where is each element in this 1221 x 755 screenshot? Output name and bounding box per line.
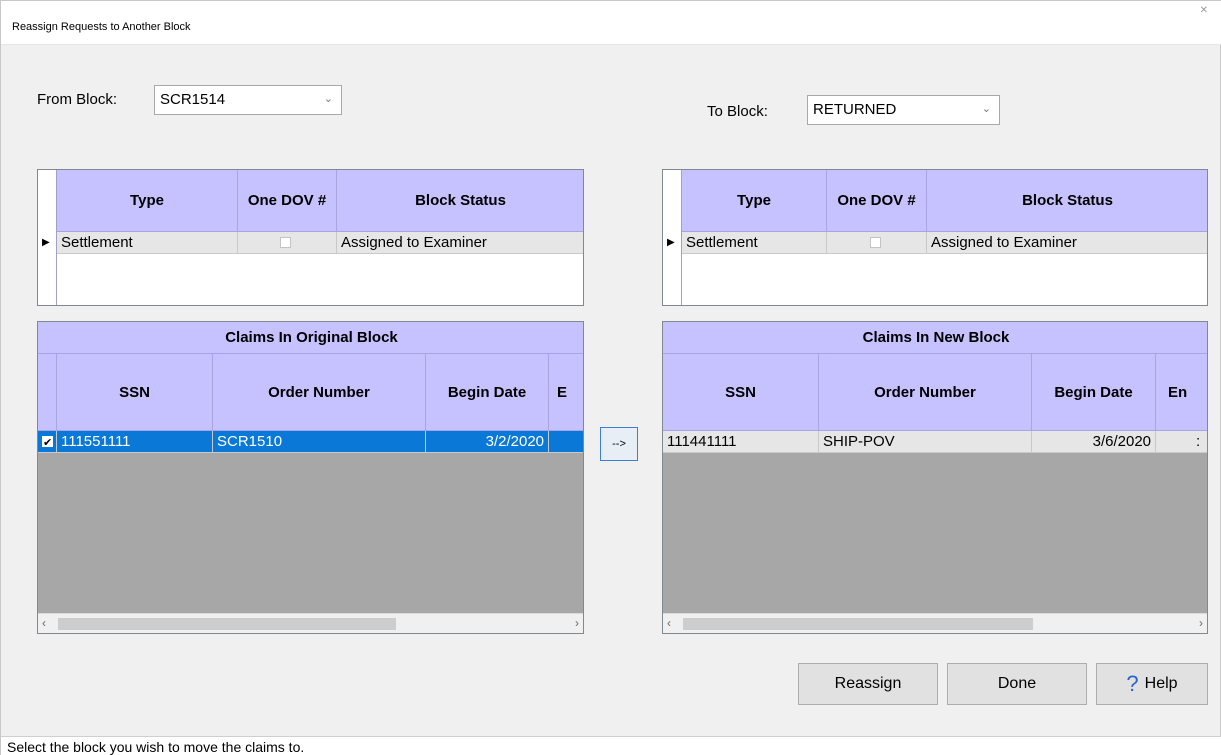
- window-title: Reassign Requests to Another Block: [12, 21, 191, 33]
- cell-end-date[interactable]: :: [1156, 431, 1207, 453]
- scroll-right-icon[interactable]: ›: [1199, 616, 1203, 630]
- row-select-cell[interactable]: ✔: [38, 431, 57, 453]
- chevron-down-icon[interactable]: ⌄: [324, 92, 333, 105]
- claim-checkbox[interactable]: ✔: [42, 436, 53, 449]
- move-claims-button[interactable]: -->: [600, 427, 638, 461]
- from-block-value: SCR1514: [160, 91, 226, 108]
- help-button-label: Help: [1144, 675, 1178, 692]
- reassign-button-label: Reassign: [834, 675, 902, 692]
- help-icon: ?: [1126, 671, 1139, 696]
- done-button[interactable]: Done: [947, 663, 1087, 705]
- cell-end-date[interactable]: [549, 431, 583, 453]
- chevron-down-icon[interactable]: ⌄: [982, 102, 991, 115]
- scroll-left-icon[interactable]: ‹: [667, 616, 671, 630]
- new-claims-grid: Claims In New Block SSN Order Number Beg…: [662, 321, 1208, 634]
- horizontal-scrollbar[interactable]: ‹ ›: [38, 613, 583, 633]
- cell-begin-date[interactable]: 3/6/2020: [1032, 431, 1156, 453]
- col-header-one-dov[interactable]: One DOV #: [238, 170, 337, 232]
- row-pointer-icon: ▶: [42, 237, 50, 248]
- col-header-type[interactable]: Type: [682, 170, 827, 232]
- cell-ssn[interactable]: 111551111: [57, 431, 213, 453]
- scroll-left-icon[interactable]: ‹: [42, 616, 46, 630]
- col-header-block-status[interactable]: Block Status: [927, 170, 1207, 232]
- to-block-grid: Type One DOV # Block Status ▶ Settlement…: [662, 169, 1208, 306]
- cell-order-number[interactable]: SHIP-POV: [819, 431, 1032, 453]
- cell-one-dov[interactable]: [827, 232, 927, 254]
- status-bar: Select the block you wish to move the cl…: [1, 736, 1221, 755]
- cell-ssn[interactable]: 111441111: [663, 431, 819, 453]
- col-header-type[interactable]: Type: [57, 170, 238, 232]
- original-claims-caption: Claims In Original Block: [38, 322, 583, 354]
- dialog-window: Reassign Requests to Another Block ✕ Fro…: [0, 0, 1221, 755]
- one-dov-checkbox[interactable]: [280, 237, 291, 248]
- from-block-combo[interactable]: SCR1514 ⌄: [154, 85, 342, 115]
- done-button-label: Done: [997, 675, 1037, 692]
- help-button[interactable]: ? Help: [1096, 663, 1208, 705]
- cell-begin-date[interactable]: 3/2/2020: [426, 431, 549, 453]
- title-bar: Reassign Requests to Another Block ✕: [1, 1, 1221, 45]
- cell-type[interactable]: Settlement: [682, 232, 827, 254]
- horizontal-scrollbar[interactable]: ‹ ›: [663, 613, 1207, 633]
- col-header-ssn[interactable]: SSN: [57, 354, 213, 431]
- cell-block-status[interactable]: Assigned to Examiner: [337, 232, 583, 254]
- to-block-label: To Block:: [707, 103, 768, 120]
- empty-grid-area: [38, 453, 583, 613]
- cell-one-dov[interactable]: [238, 232, 337, 254]
- col-header-order-number[interactable]: Order Number: [819, 354, 1032, 431]
- new-claims-caption: Claims In New Block: [663, 322, 1207, 354]
- col-header-end-date[interactable]: E: [549, 354, 583, 431]
- close-icon[interactable]: ✕: [1200, 5, 1208, 16]
- cell-order-number[interactable]: SCR1510: [213, 431, 426, 453]
- empty-grid-area: [663, 453, 1207, 613]
- col-header-one-dov[interactable]: One DOV #: [827, 170, 927, 232]
- col-header-begin-date[interactable]: Begin Date: [426, 354, 549, 431]
- cell-block-status[interactable]: Assigned to Examiner: [927, 232, 1207, 254]
- row-header-corner: [38, 354, 57, 431]
- from-block-grid: Type One DOV # Block Status ▶ Settlement…: [37, 169, 584, 306]
- status-text: Select the block you wish to move the cl…: [7, 739, 305, 755]
- col-header-ssn[interactable]: SSN: [663, 354, 819, 431]
- scroll-right-icon[interactable]: ›: [575, 616, 579, 630]
- col-header-begin-date[interactable]: Begin Date: [1032, 354, 1156, 431]
- one-dov-checkbox[interactable]: [870, 237, 881, 248]
- reassign-button[interactable]: Reassign: [798, 663, 938, 705]
- scrollbar-thumb[interactable]: [58, 618, 396, 630]
- scrollbar-thumb[interactable]: [683, 618, 1033, 630]
- cell-type[interactable]: Settlement: [57, 232, 238, 254]
- checkmark-icon: ✔: [43, 437, 53, 449]
- row-pointer-icon: ▶: [667, 237, 675, 248]
- col-header-end-date[interactable]: En: [1156, 354, 1207, 431]
- col-header-block-status[interactable]: Block Status: [337, 170, 583, 232]
- from-block-label: From Block:: [37, 91, 118, 108]
- original-claims-grid: Claims In Original Block SSN Order Numbe…: [37, 321, 584, 634]
- to-block-combo[interactable]: RETURNED ⌄: [807, 95, 1000, 125]
- to-block-value: RETURNED: [813, 101, 897, 118]
- col-header-order-number[interactable]: Order Number: [213, 354, 426, 431]
